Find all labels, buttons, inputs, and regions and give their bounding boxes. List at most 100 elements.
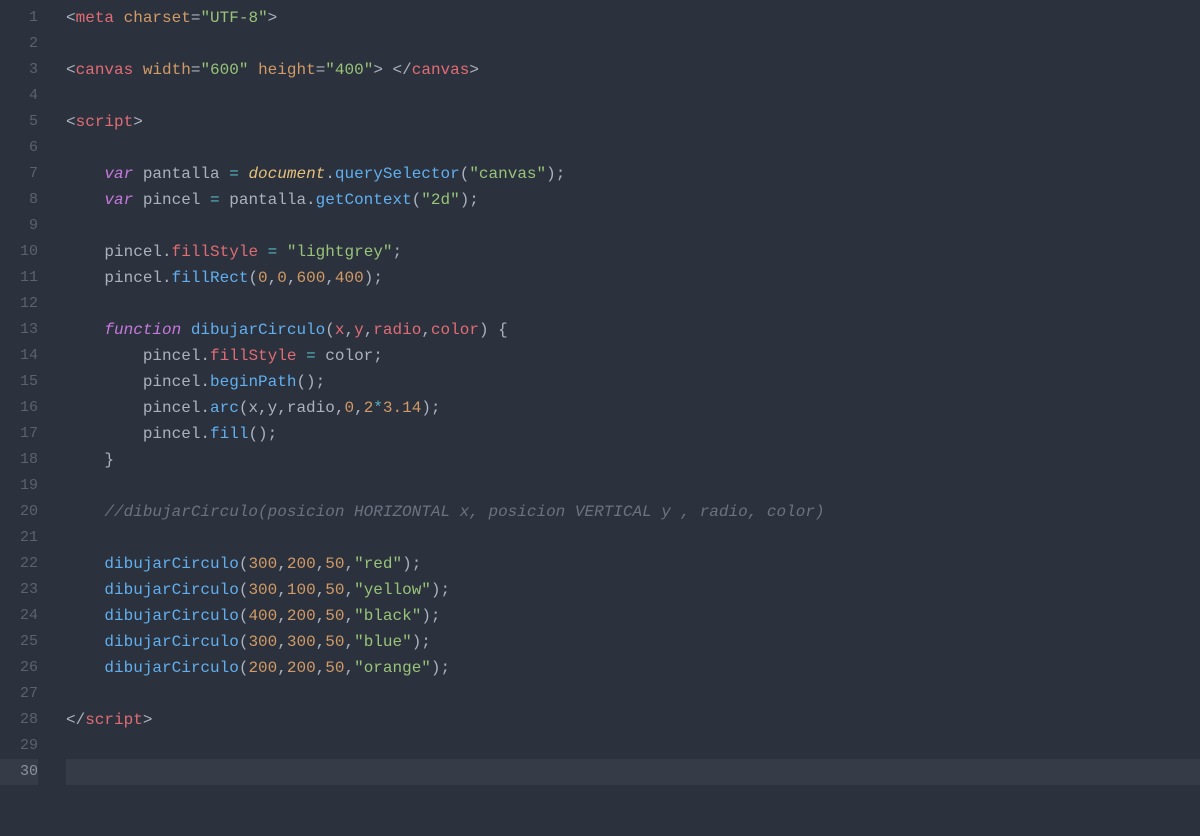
code-line[interactable]: </script>	[66, 707, 1200, 733]
code-line[interactable]: //dibujarCirculo(posicion HORIZONTAL x, …	[66, 499, 1200, 525]
token: ,	[277, 659, 287, 677]
token: script	[85, 711, 143, 729]
token: 2	[364, 399, 374, 417]
code-line[interactable]: <script>	[66, 109, 1200, 135]
line-number[interactable]: 29	[0, 733, 38, 759]
line-number[interactable]: 27	[0, 681, 38, 707]
token: ,	[344, 321, 354, 339]
line-number[interactable]: 21	[0, 525, 38, 551]
token: (	[325, 321, 335, 339]
line-number[interactable]: 13	[0, 317, 38, 343]
token: 100	[287, 581, 316, 599]
line-number[interactable]: 9	[0, 213, 38, 239]
line-number[interactable]: 4	[0, 83, 38, 109]
line-number[interactable]: 19	[0, 473, 38, 499]
code-line[interactable]	[66, 681, 1200, 707]
code-line[interactable]: dibujarCirculo(300,300,50,"blue");	[66, 629, 1200, 655]
line-number[interactable]: 14	[0, 343, 38, 369]
code-line[interactable]: pincel.fillRect(0,0,600,400);	[66, 265, 1200, 291]
token: <	[66, 61, 76, 79]
line-number[interactable]: 11	[0, 265, 38, 291]
token: pantalla	[133, 165, 229, 183]
line-number[interactable]: 1	[0, 5, 38, 31]
code-line[interactable]: }	[66, 447, 1200, 473]
token: querySelector	[335, 165, 460, 183]
code-line[interactable]	[66, 473, 1200, 499]
code-line[interactable]: pincel.fillStyle = "lightgrey";	[66, 239, 1200, 265]
token: 0	[344, 399, 354, 417]
line-number[interactable]: 26	[0, 655, 38, 681]
code-line[interactable]: dibujarCirculo(200,200,50,"orange");	[66, 655, 1200, 681]
code-line[interactable]: pincel.fillStyle = color;	[66, 343, 1200, 369]
code-line[interactable]: dibujarCirculo(300,100,50,"yellow");	[66, 577, 1200, 603]
token: "UTF-8"	[200, 9, 267, 27]
code-line[interactable]	[66, 31, 1200, 57]
line-number[interactable]: 3	[0, 57, 38, 83]
line-number[interactable]: 23	[0, 577, 38, 603]
code-line[interactable]	[66, 733, 1200, 759]
token: </	[393, 61, 412, 79]
token	[66, 659, 104, 677]
token: ,	[316, 607, 326, 625]
token: pincel.	[66, 373, 210, 391]
line-number[interactable]: 10	[0, 239, 38, 265]
token: 400	[248, 607, 277, 625]
code-line[interactable]: <canvas width="600" height="400"> </canv…	[66, 57, 1200, 83]
line-number[interactable]: 30	[0, 759, 38, 785]
token: );	[546, 165, 565, 183]
token: ,	[344, 659, 354, 677]
code-line[interactable]	[66, 83, 1200, 109]
line-number[interactable]: 25	[0, 629, 38, 655]
token	[66, 503, 104, 521]
line-number-gutter[interactable]: 1234567891011121314151617181920212223242…	[0, 0, 48, 836]
code-editor[interactable]: 1234567891011121314151617181920212223242…	[0, 0, 1200, 836]
line-number[interactable]: 7	[0, 161, 38, 187]
token: =	[316, 61, 326, 79]
line-number[interactable]: 12	[0, 291, 38, 317]
token	[296, 347, 306, 365]
code-line[interactable]: var pantalla = document.querySelector("c…	[66, 161, 1200, 187]
code-line[interactable]	[66, 213, 1200, 239]
code-line[interactable]	[66, 525, 1200, 551]
token	[66, 581, 104, 599]
code-line[interactable]: function dibujarCirculo(x,y,radio,color)…	[66, 317, 1200, 343]
token: pantalla.	[220, 191, 316, 209]
code-line[interactable]: dibujarCirculo(400,200,50,"black");	[66, 603, 1200, 629]
line-number[interactable]: 28	[0, 707, 38, 733]
code-line[interactable]: var pincel = pantalla.getContext("2d");	[66, 187, 1200, 213]
token: >	[373, 61, 383, 79]
line-number[interactable]: 6	[0, 135, 38, 161]
line-number[interactable]: 24	[0, 603, 38, 629]
token: 50	[325, 555, 344, 573]
line-number[interactable]: 2	[0, 31, 38, 57]
line-number[interactable]: 22	[0, 551, 38, 577]
token: 200	[287, 555, 316, 573]
token	[258, 243, 268, 261]
token	[114, 9, 124, 27]
line-number[interactable]: 15	[0, 369, 38, 395]
code-line[interactable]: pincel.arc(x,y,radio,0,2*3.14);	[66, 395, 1200, 421]
token: pincel.	[66, 399, 210, 417]
code-line[interactable]: <meta charset="UTF-8">	[66, 5, 1200, 31]
token	[66, 191, 104, 209]
code-line[interactable]: dibujarCirculo(300,200,50,"red");	[66, 551, 1200, 577]
token: (	[239, 581, 249, 599]
code-line[interactable]	[66, 291, 1200, 317]
token: document	[248, 165, 325, 183]
token: (x,y,radio,	[239, 399, 345, 417]
line-number[interactable]: 18	[0, 447, 38, 473]
token: 50	[325, 581, 344, 599]
code-line[interactable]	[66, 135, 1200, 161]
code-line[interactable]: pincel.fill();	[66, 421, 1200, 447]
code-line[interactable]: pincel.beginPath();	[66, 369, 1200, 395]
line-number[interactable]: 17	[0, 421, 38, 447]
code-area[interactable]: <meta charset="UTF-8"> <canvas width="600…	[48, 0, 1200, 836]
line-number[interactable]: 8	[0, 187, 38, 213]
token: =	[306, 347, 316, 365]
line-number[interactable]: 5	[0, 109, 38, 135]
token	[66, 607, 104, 625]
code-line[interactable]	[66, 759, 1200, 785]
token: ,	[325, 269, 335, 287]
line-number[interactable]: 16	[0, 395, 38, 421]
line-number[interactable]: 20	[0, 499, 38, 525]
